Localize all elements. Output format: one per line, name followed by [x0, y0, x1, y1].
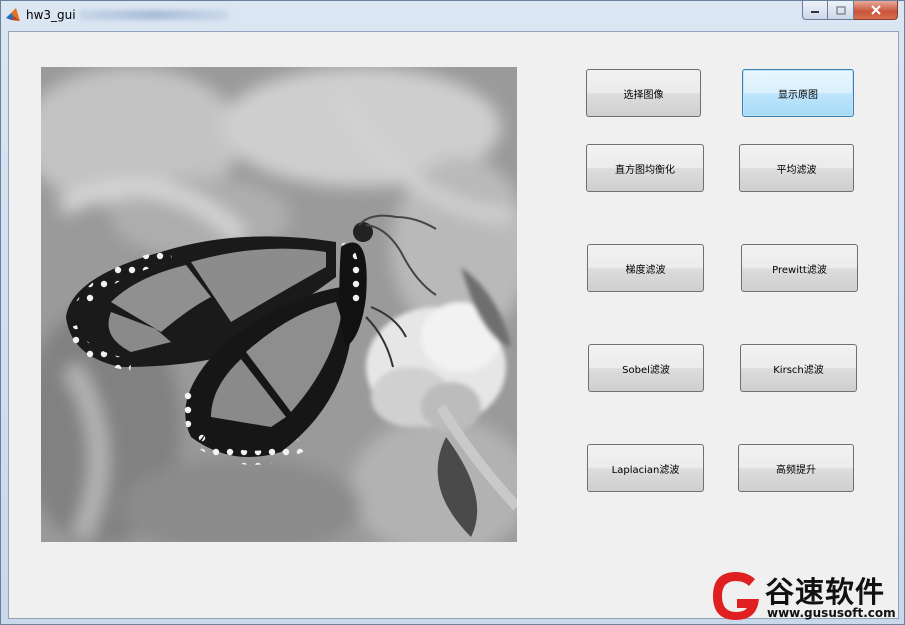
prewitt-filter-button[interactable]: Prewitt滤波 [741, 244, 858, 292]
title-bar[interactable]: hw3_gui [1, 1, 904, 31]
window-title: hw3_gui [26, 8, 76, 22]
kirsch-filter-button[interactable]: Kirsch滤波 [740, 344, 857, 392]
butterfly-image [41, 67, 517, 542]
close-button[interactable] [854, 1, 898, 20]
show-original-button[interactable]: 显示原图 [742, 69, 854, 117]
maximize-icon [835, 5, 846, 15]
mean-filter-button[interactable]: 平均滤波 [739, 144, 854, 192]
minimize-icon [811, 11, 819, 13]
blurred-title-text [79, 10, 229, 20]
watermark-url: www.gususoft.com [767, 606, 896, 620]
maximize-button[interactable] [828, 1, 854, 20]
high-boost-button[interactable]: 高频提升 [738, 444, 854, 492]
select-image-button[interactable]: 选择图像 [586, 69, 701, 117]
watermark: 谷速软件 www.gususoft.com [705, 567, 905, 625]
matlab-icon [6, 8, 20, 21]
close-icon [870, 5, 881, 15]
laplacian-filter-button[interactable]: Laplacian滤波 [587, 444, 704, 492]
app-window: hw3_gui 选择图像 显示原图 直方图均衡化 平均滤波 梯度滤波 Prewi… [0, 0, 905, 625]
histogram-equalization-button[interactable]: 直方图均衡化 [586, 144, 704, 192]
gradient-filter-button[interactable]: 梯度滤波 [587, 244, 704, 292]
sobel-filter-button[interactable]: Sobel滤波 [588, 344, 704, 392]
gususoft-logo-icon [713, 572, 759, 620]
image-display-axes [41, 67, 517, 542]
watermark-title: 谷速软件 [765, 575, 886, 609]
figure-panel: 选择图像 显示原图 直方图均衡化 平均滤波 梯度滤波 Prewitt滤波 Sob… [8, 31, 899, 619]
window-controls [802, 1, 898, 21]
minimize-button[interactable] [802, 1, 828, 20]
